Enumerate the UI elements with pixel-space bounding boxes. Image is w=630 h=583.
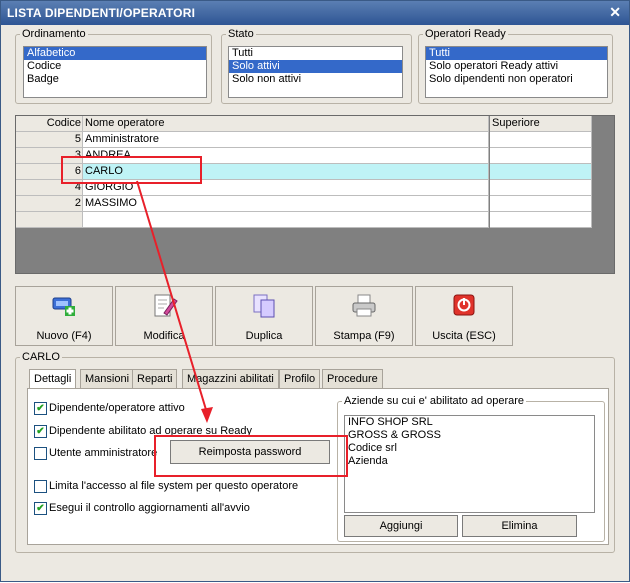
tab-magazzini-abilitati[interactable]: Magazzini abilitati bbox=[182, 369, 279, 389]
checkbox-box[interactable] bbox=[34, 480, 47, 493]
modifica-label: Modifica bbox=[143, 330, 185, 342]
cell-nome: Amministratore bbox=[83, 132, 489, 148]
cell-nome: MASSIMO bbox=[83, 196, 489, 212]
checkbox-box[interactable]: ✔ bbox=[34, 425, 47, 438]
list-item[interactable]: Solo operatori Ready attivi bbox=[426, 60, 607, 73]
aggiungi-button[interactable]: Aggiungi bbox=[344, 515, 458, 537]
cell-superiore bbox=[490, 180, 592, 196]
close-icon[interactable]: ✕ bbox=[609, 4, 621, 21]
duplica-button[interactable]: Duplica bbox=[215, 286, 313, 346]
cell-superiore bbox=[490, 212, 592, 228]
checkbox-label: Esegui il controllo aggiornamenti all'av… bbox=[49, 502, 250, 514]
modifica-button[interactable]: Modifica bbox=[115, 286, 213, 346]
table-row-empty[interactable] bbox=[16, 212, 601, 228]
checkbox-label: Limita l'accesso al file system per ques… bbox=[49, 480, 299, 492]
list-item[interactable]: Tutti bbox=[229, 47, 402, 60]
cell-nome bbox=[83, 212, 489, 228]
title-bar: LISTA DIPENDENTI/OPERATORI ✕ bbox=[1, 1, 629, 25]
aziende-legend: Aziende su cui e' abilitato ad operare bbox=[344, 395, 525, 407]
duplicate-icon bbox=[253, 294, 275, 318]
table-row[interactable]: 5 Amministratore bbox=[16, 132, 601, 148]
cell-superiore bbox=[490, 148, 592, 164]
list-item[interactable]: Tutti bbox=[426, 47, 607, 60]
list-item[interactable]: Solo dipendenti non operatori bbox=[426, 73, 607, 86]
power-exit-icon bbox=[453, 294, 475, 316]
annotation-highlight-button bbox=[154, 435, 348, 477]
tab-procedure[interactable]: Procedure bbox=[322, 369, 383, 389]
checkbox-label: Utente amministratore bbox=[49, 447, 158, 459]
cell-codice bbox=[16, 212, 83, 228]
list-item[interactable]: Codice srl bbox=[345, 442, 594, 455]
list-item[interactable]: INFO SHOP SRL bbox=[345, 416, 594, 429]
list-item[interactable]: Solo non attivi bbox=[229, 73, 402, 86]
cell-superiore bbox=[490, 164, 592, 180]
tab-profilo[interactable]: Profilo bbox=[279, 369, 321, 389]
checkbox-box[interactable]: ✔ bbox=[34, 402, 47, 415]
annotation-highlight-row bbox=[61, 156, 202, 184]
nuovo-button[interactable]: Nuovo (F4) bbox=[15, 286, 113, 346]
new-monitor-icon bbox=[52, 297, 75, 316]
cell-codice: 2 bbox=[16, 196, 83, 212]
operatori-ready-listbox[interactable]: Tutti Solo operatori Ready attivi Solo d… bbox=[425, 46, 608, 98]
header-nome-operatore[interactable]: Nome operatore bbox=[83, 116, 489, 132]
list-item[interactable]: Azienda bbox=[345, 455, 594, 468]
elimina-button[interactable]: Elimina bbox=[462, 515, 577, 537]
main-window: LISTA DIPENDENTI/OPERATORI ✕ Ordinamento… bbox=[0, 0, 630, 582]
grid-header: Codice Nome operatore Superiore bbox=[16, 116, 601, 132]
ordinamento-legend: Ordinamento bbox=[22, 28, 86, 40]
tab-reparti[interactable]: Reparti bbox=[132, 369, 178, 389]
aziende-listbox[interactable]: INFO SHOP SRL GROSS & GROSS Codice srl A… bbox=[344, 415, 595, 513]
header-codice[interactable]: Codice bbox=[16, 116, 83, 132]
uscita-button[interactable]: Uscita (ESC) bbox=[415, 286, 513, 346]
nuovo-label: Nuovo (F4) bbox=[36, 330, 92, 342]
operators-grid[interactable]: Codice Nome operatore Superiore 5 Ammini… bbox=[15, 115, 615, 274]
list-item[interactable]: Alfabetico bbox=[24, 47, 206, 60]
list-item[interactable]: Badge bbox=[24, 73, 206, 86]
stampa-button[interactable]: Stampa (F9) bbox=[315, 286, 413, 346]
edit-document-icon bbox=[154, 294, 178, 317]
duplica-label: Duplica bbox=[245, 330, 283, 342]
window-title: LISTA DIPENDENTI/OPERATORI bbox=[7, 6, 196, 20]
cell-superiore bbox=[490, 132, 592, 148]
list-item[interactable]: Codice bbox=[24, 60, 206, 73]
stato-listbox[interactable]: Tutti Solo attivi Solo non attivi bbox=[228, 46, 403, 98]
stato-legend: Stato bbox=[228, 28, 254, 40]
table-row[interactable]: 2 MASSIMO bbox=[16, 196, 601, 212]
stampa-label: Stampa (F9) bbox=[333, 330, 395, 342]
checkbox-box[interactable] bbox=[34, 447, 47, 460]
cell-codice: 5 bbox=[16, 132, 83, 148]
uscita-label: Uscita (ESC) bbox=[432, 330, 496, 342]
tab-dettagli[interactable]: Dettagli bbox=[29, 369, 77, 390]
cell-superiore bbox=[490, 196, 592, 212]
operatori-ready-legend: Operatori Ready bbox=[425, 28, 506, 40]
header-superiore[interactable]: Superiore bbox=[490, 116, 592, 132]
operator-detail-legend: CARLO bbox=[22, 351, 60, 363]
list-item[interactable]: GROSS & GROSS bbox=[345, 429, 594, 442]
ordinamento-listbox[interactable]: Alfabetico Codice Badge bbox=[23, 46, 207, 98]
checkbox-label: Dipendente/operatore attivo bbox=[49, 402, 185, 414]
list-item[interactable]: Solo attivi bbox=[229, 60, 402, 73]
printer-icon bbox=[352, 294, 376, 317]
tab-mansioni[interactable]: Mansioni bbox=[80, 369, 135, 389]
checkbox-box[interactable]: ✔ bbox=[34, 502, 47, 515]
